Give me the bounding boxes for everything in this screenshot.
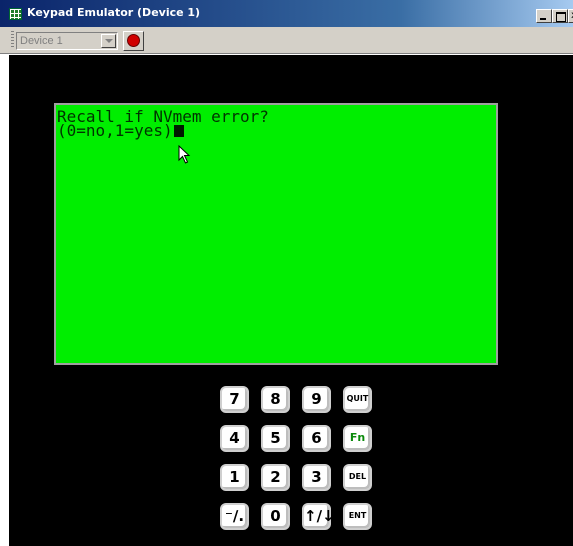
mouse-pointer-icon bbox=[178, 145, 191, 164]
key-8[interactable]: 8 bbox=[261, 386, 290, 413]
maximize-button[interactable] bbox=[552, 9, 568, 23]
chevron-down-icon bbox=[105, 39, 113, 43]
close-button[interactable]: x bbox=[568, 9, 573, 23]
key-2[interactable]: 2 bbox=[261, 464, 290, 491]
key-1[interactable]: 1 bbox=[220, 464, 249, 491]
window-title: Keypad Emulator (Device 1) bbox=[27, 6, 201, 19]
key-6[interactable]: 6 bbox=[302, 425, 331, 452]
lcd-line-2-container: (0=no,1=yes) bbox=[57, 123, 184, 139]
key-5[interactable]: 5 bbox=[261, 425, 290, 452]
key-0[interactable]: 0 bbox=[261, 503, 290, 530]
key-ent[interactable]: ENT bbox=[343, 503, 372, 530]
device-dropdown-button[interactable] bbox=[101, 34, 116, 48]
text-cursor bbox=[173, 125, 184, 137]
key-9[interactable]: 9 bbox=[302, 386, 331, 413]
key-4[interactable]: 4 bbox=[220, 425, 249, 452]
lcd-display: Recall if NVmem error? (0=no,1=yes) bbox=[54, 103, 498, 365]
device-select-value: Device 1 bbox=[20, 35, 63, 47]
toolbar-grip-handle[interactable] bbox=[11, 31, 14, 49]
keypad-app-icon bbox=[9, 8, 22, 20]
maximize-icon bbox=[556, 12, 566, 22]
lcd-line-2: (0=no,1=yes) bbox=[57, 121, 173, 140]
key-del[interactable]: DEL bbox=[343, 464, 372, 491]
device-select[interactable]: Device 1 bbox=[16, 32, 118, 50]
stop-button[interactable] bbox=[123, 31, 144, 51]
stop-icon bbox=[127, 34, 140, 47]
title-bar: Keypad Emulator (Device 1) x bbox=[0, 0, 573, 27]
key-quit[interactable]: QUIT bbox=[343, 386, 372, 413]
minimize-button[interactable] bbox=[536, 9, 552, 23]
key-fn[interactable]: Fn bbox=[343, 425, 372, 452]
key-up-down[interactable]: ↑∕↓ bbox=[302, 503, 335, 530]
key-7[interactable]: 7 bbox=[220, 386, 249, 413]
key-minus-decimal[interactable]: ⁻∕. bbox=[220, 503, 249, 530]
minimize-icon bbox=[540, 18, 546, 20]
emulator-panel: Recall if NVmem error? (0=no,1=yes) 7 8 … bbox=[9, 55, 573, 546]
key-3[interactable]: 3 bbox=[302, 464, 331, 491]
toolbar: Device 1 bbox=[0, 27, 573, 54]
